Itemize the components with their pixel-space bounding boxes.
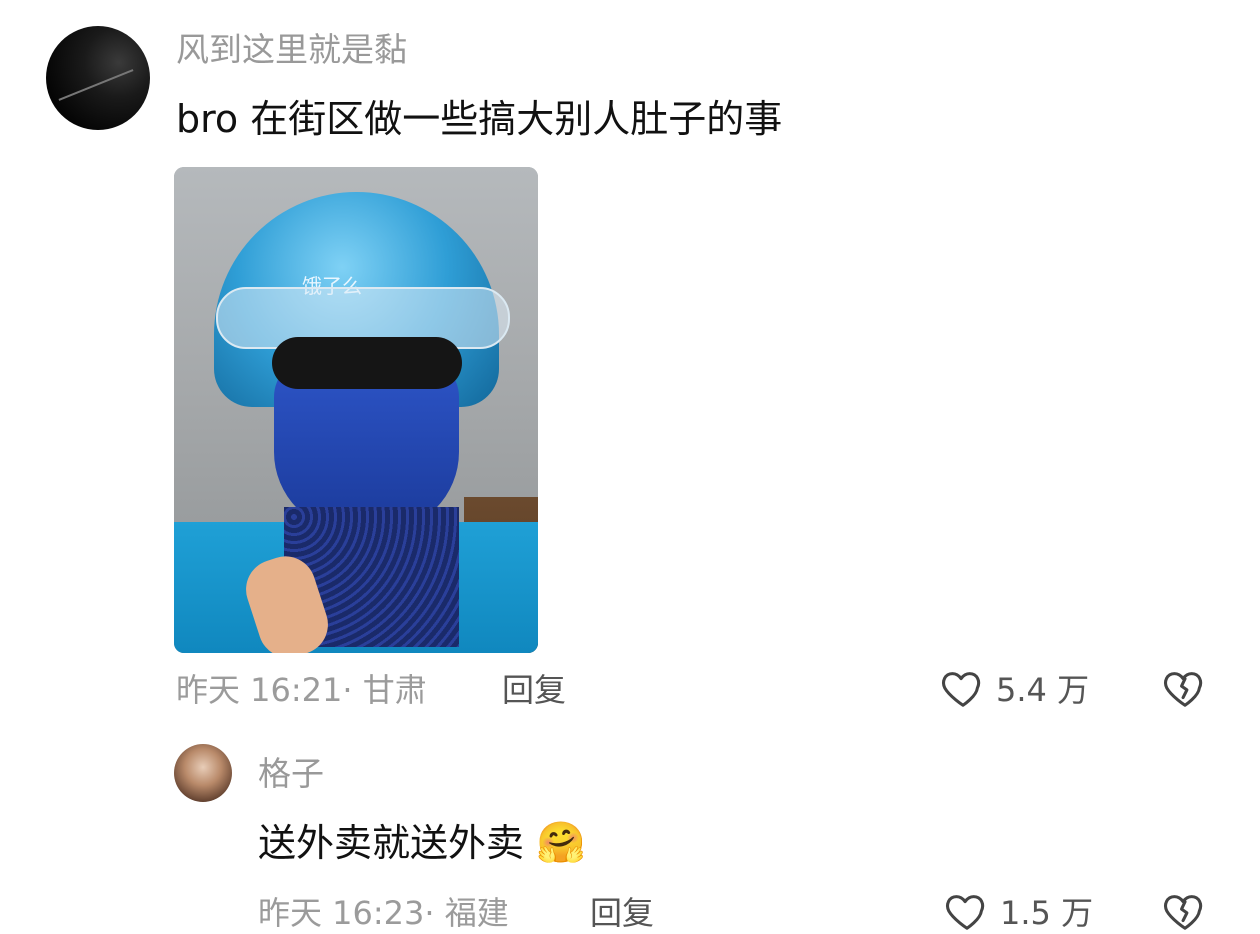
comment-location: · 甘肃 xyxy=(342,671,427,709)
reply-username[interactable]: 格子 xyxy=(258,754,324,794)
like-count: 5.4 万 xyxy=(996,671,1090,709)
hugging-emoji-icon: 🤗 xyxy=(536,820,586,866)
dislike-button[interactable] xyxy=(1162,888,1208,934)
dislike-button[interactable] xyxy=(1162,665,1208,711)
broken-heart-icon xyxy=(1164,895,1203,930)
reply-button[interactable]: 回复 xyxy=(590,893,654,933)
comment-username[interactable]: 风到这里就是黏 xyxy=(176,30,407,70)
reply-meta: 昨天 16:23· 福建 xyxy=(258,893,509,933)
heart-outline-icon xyxy=(942,672,981,707)
comment-image[interactable]: A区 饿了么 xyxy=(174,167,538,653)
comment-meta: 昨天 16:21· 甘肃 xyxy=(176,670,427,710)
reply-time: 昨天 16:23 xyxy=(258,894,425,932)
heart-outline-icon xyxy=(946,895,985,930)
broken-heart-icon xyxy=(1164,672,1203,707)
avatar[interactable] xyxy=(46,26,150,130)
like-button[interactable] xyxy=(940,665,986,711)
reply-location: · 福建 xyxy=(424,894,509,932)
reply-button[interactable]: 回复 xyxy=(502,670,566,710)
like-button[interactable] xyxy=(944,888,990,934)
like-count: 1.5 万 xyxy=(1000,894,1094,932)
avatar[interactable] xyxy=(174,744,232,802)
reply-text: 送外卖就送外卖 🤗 xyxy=(258,820,586,866)
comment-text: bro 在街区做一些搞大别人肚子的事 xyxy=(176,97,783,141)
reply-text-content: 送外卖就送外卖 xyxy=(258,821,525,865)
comment-time: 昨天 16:21 xyxy=(176,671,343,709)
